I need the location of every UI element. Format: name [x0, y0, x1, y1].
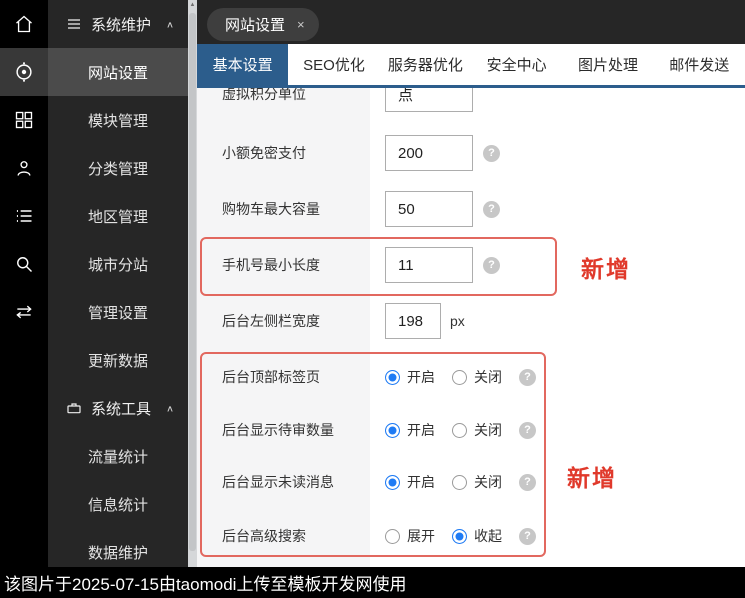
modules-grid-icon[interactable] [0, 96, 48, 144]
help-icon[interactable]: ? [483, 200, 500, 218]
tab-security-center[interactable]: 安全中心 [471, 44, 562, 85]
icon-rail [0, 0, 48, 567]
watermark-text: 该图片于2025-07-15由taomodi上传至模板开发网使用 [4, 575, 407, 594]
sidebar-item-label: 信息统计 [87, 496, 148, 514]
tab-basic-settings[interactable]: 基本设置 [197, 44, 289, 85]
sidebar-item-label: 数据维护 [87, 544, 148, 562]
annotation-new-badge: 新增 [567, 465, 617, 491]
sidebar-item-label: 网站设置 [87, 64, 148, 82]
help-icon[interactable]: ? [483, 144, 500, 162]
settings-form: 虚拟积分单位 小额免密支付 ? 购物车最大容量 ? [197, 88, 745, 567]
sidebar-scrollbar[interactable]: ▲ [188, 0, 197, 567]
search-icon[interactable] [0, 240, 48, 288]
annotation-new-badge: 新增 [581, 256, 631, 282]
tab-image-processing[interactable]: 图片处理 [562, 44, 653, 85]
admin-app-window: 系统维护 ∧ 网站设置 模块管理 分类管理 地区管理 城市分站 管理设置 更新数… [0, 0, 745, 598]
admin-sidebar-width-input[interactable] [385, 303, 441, 339]
sidebar-item-label: 分类管理 [87, 160, 148, 178]
sidebar-item-update-data[interactable]: 更新数据 [48, 336, 188, 384]
sidebar-group-system-maintenance[interactable]: 系统维护 ∧ [48, 0, 188, 48]
field-label: 小额免密支付 [222, 145, 306, 161]
scroll-up-arrow-icon[interactable]: ▲ [188, 2, 197, 8]
sidebar-menu: 系统维护 ∧ 网站设置 模块管理 分类管理 地区管理 城市分站 管理设置 更新数… [48, 0, 188, 567]
page-tab-strip: 网站设置 × [197, 0, 745, 44]
sidebar-item-traffic-stats[interactable]: 流量统计 [48, 432, 188, 480]
annotation-box-new-field [200, 237, 557, 296]
field-label: 购物车最大容量 [222, 201, 320, 217]
form-row-cart-max-capacity: 购物车最大容量 ? [197, 191, 745, 227]
sidebar-item-label: 更新数据 [87, 352, 148, 370]
chevron-up-icon[interactable]: ∧ [166, 19, 174, 30]
sidebar-item-label: 流量统计 [87, 448, 148, 466]
sidebar-item-label: 管理设置 [87, 304, 148, 322]
sidebar-item-module-management[interactable]: 模块管理 [48, 96, 188, 144]
swap-icon[interactable] [0, 288, 48, 336]
sidebar-group-system-tools[interactable]: 系统工具 ∧ [48, 384, 188, 432]
cart-max-capacity-input[interactable] [385, 191, 473, 227]
sidebar-item-label: 地区管理 [87, 208, 148, 226]
tab-server-optimization[interactable]: 服务器优化 [380, 44, 471, 85]
sidebar-item-region-management[interactable]: 地区管理 [48, 192, 188, 240]
unit-suffix: px [450, 313, 465, 329]
small-amount-payment-input[interactable] [385, 135, 473, 171]
chevron-up-icon[interactable]: ∧ [166, 403, 174, 414]
sidebar-item-admin-settings[interactable]: 管理设置 [48, 288, 188, 336]
list-icon[interactable] [0, 192, 48, 240]
open-page-tab[interactable]: 网站设置 × [207, 8, 319, 41]
field-label: 后台左侧栏宽度 [222, 313, 320, 329]
sidebar-item-category-management[interactable]: 分类管理 [48, 144, 188, 192]
sidebar-group-label: 系统维护 [91, 16, 152, 34]
sidebar-item-label: 模块管理 [87, 112, 148, 130]
virtual-points-unit-input[interactable] [385, 88, 473, 112]
toolbox-icon [66, 400, 82, 416]
open-page-tab-label: 网站设置 [225, 17, 286, 34]
form-row-admin-sidebar-width: 后台左侧栏宽度 px [197, 303, 745, 339]
annotation-box-new-group [200, 352, 546, 557]
user-icon[interactable] [0, 144, 48, 192]
sidebar-item-website-settings[interactable]: 网站设置 [48, 48, 188, 96]
hamburger-icon [66, 16, 82, 32]
tab-seo[interactable]: SEO优化 [288, 44, 379, 85]
watermark-bar: 该图片于2025-07-15由taomodi上传至模板开发网使用 [0, 567, 745, 598]
target-icon[interactable] [0, 48, 48, 96]
form-row-small-amount-payment: 小额免密支付 ? [197, 135, 745, 171]
sidebar-item-info-stats[interactable]: 信息统计 [48, 480, 188, 528]
scrollbar-thumb[interactable] [189, 13, 196, 551]
main-content: 网站设置 × 基本设置 SEO优化 服务器优化 安全中心 图片处理 邮件发送 虚… [197, 0, 745, 567]
form-row-virtual-points-unit: 虚拟积分单位 [197, 88, 745, 112]
close-icon[interactable]: × [297, 17, 305, 32]
sidebar-group-label: 系统工具 [91, 400, 152, 418]
sidebar-item-label: 城市分站 [87, 256, 148, 274]
settings-tabbar: 基本设置 SEO优化 服务器优化 安全中心 图片处理 邮件发送 [197, 44, 745, 88]
tab-mail-sending[interactable]: 邮件发送 [654, 44, 745, 85]
home-icon[interactable] [0, 0, 48, 48]
field-label: 虚拟积分单位 [222, 88, 306, 102]
sidebar-item-city-subsites[interactable]: 城市分站 [48, 240, 188, 288]
